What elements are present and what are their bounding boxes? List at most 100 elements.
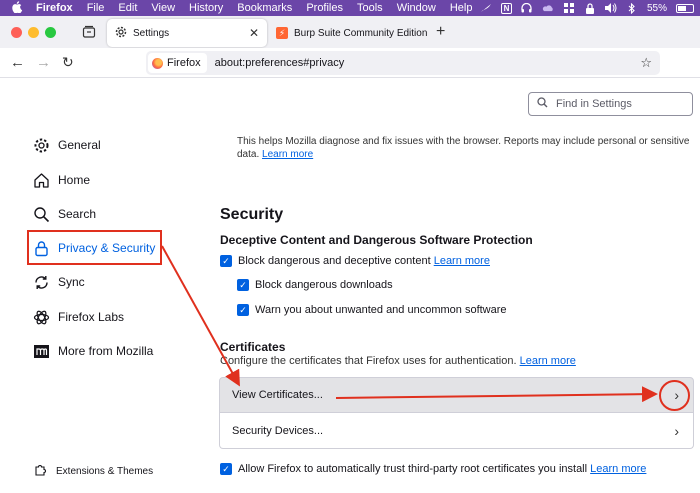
security-devices-button[interactable]: Security Devices... › xyxy=(219,413,694,449)
headphones-icon[interactable] xyxy=(521,3,533,13)
annotation-highlight-box xyxy=(27,230,162,265)
menu-file[interactable]: File xyxy=(87,2,105,14)
allow-thirdparty-learn-more-link[interactable]: Learn more xyxy=(590,463,646,475)
back-arrow-icon[interactable]: ← xyxy=(10,54,25,71)
block-downloads-checkbox[interactable]: ✓ xyxy=(237,279,249,291)
menu-window[interactable]: Window xyxy=(397,2,436,14)
block-downloads-row: ✓ Block dangerous downloads xyxy=(237,279,393,291)
window-zoom-button[interactable] xyxy=(45,27,56,38)
tab-burp-suite[interactable]: ⚡ Burp Suite Community Edition xyxy=(270,19,430,47)
sidebar-item-home[interactable]: Home xyxy=(32,169,90,191)
menu-view[interactable]: View xyxy=(151,2,175,14)
block-dangerous-row: ✓ Block dangerous and deceptive content … xyxy=(220,255,490,267)
burp-suite-icon: ⚡ xyxy=(276,27,288,39)
allow-thirdparty-label[interactable]: Allow Firefox to automatically trust thi… xyxy=(238,463,587,475)
search-placeholder: Find in Settings xyxy=(556,98,632,110)
view-certificates-button[interactable]: View Certificates... › xyxy=(219,377,694,413)
navigation-bar: ← → ↻ Firefox about:preferences#privacy … xyxy=(0,48,700,78)
window-close-button[interactable] xyxy=(11,27,22,38)
allow-thirdparty-checkbox[interactable]: ✓ xyxy=(220,463,232,475)
new-tab-button[interactable]: + xyxy=(436,23,445,41)
sidebar-item-label: Firefox Labs xyxy=(58,310,125,324)
sidebar-item-label: General xyxy=(58,138,101,152)
sidebar-item-general[interactable]: General xyxy=(32,134,101,156)
menu-help[interactable]: Help xyxy=(450,2,473,14)
macos-menu-bar: Firefox File Edit View History Bookmarks… xyxy=(0,0,700,16)
search-icon xyxy=(537,97,548,111)
chevron-right-icon: › xyxy=(674,422,679,439)
menu-edit[interactable]: Edit xyxy=(118,2,137,14)
home-icon xyxy=(32,171,50,189)
sidebar-item-sync[interactable]: Sync xyxy=(32,271,85,293)
warn-unwanted-label[interactable]: Warn you about unwanted and uncommon sof… xyxy=(255,304,507,316)
tab-label: Burp Suite Community Edition xyxy=(294,27,428,39)
block-downloads-label[interactable]: Block dangerous downloads xyxy=(255,279,393,291)
menu-profiles[interactable]: Profiles xyxy=(306,2,343,14)
certificates-heading: Certificates xyxy=(220,340,286,354)
labs-icon xyxy=(32,308,50,326)
certificates-description-text: Configure the certificates that Firefox … xyxy=(220,355,517,367)
forward-arrow-icon[interactable]: → xyxy=(36,54,51,71)
identity-box[interactable]: Firefox xyxy=(148,53,207,73)
sidebar-extensions-themes[interactable]: Extensions & Themes xyxy=(34,463,153,479)
deceptive-learn-more-link[interactable]: Learn more xyxy=(434,255,490,267)
sidebar-item-label: Search xyxy=(58,207,97,221)
grid-icon[interactable] xyxy=(563,3,575,13)
notion-icon[interactable]: N xyxy=(500,2,512,14)
warn-unwanted-row: ✓ Warn you about unwanted and uncommon s… xyxy=(237,304,507,316)
firefox-logo-icon xyxy=(152,57,163,69)
mozilla-icon xyxy=(32,342,50,360)
telemetry-description: This helps Mozilla diagnose and fix issu… xyxy=(237,135,695,161)
telemetry-learn-more-link[interactable]: Learn more xyxy=(262,149,313,160)
window-minimize-button[interactable] xyxy=(28,27,39,38)
menu-app-name[interactable]: Firefox xyxy=(36,2,73,14)
block-dangerous-label[interactable]: Block dangerous and deceptive content xyxy=(238,255,431,267)
battery-icon[interactable] xyxy=(676,3,694,13)
search-icon xyxy=(32,205,50,223)
security-heading: Security xyxy=(220,206,284,223)
deceptive-content-heading: Deceptive Content and Dangerous Software… xyxy=(220,233,533,247)
tab-settings[interactable]: Settings ✕ xyxy=(107,19,267,47)
sync-icon xyxy=(32,273,50,291)
cloud-icon[interactable] xyxy=(542,3,554,13)
url-bar[interactable]: Firefox about:preferences#privacy ☆ xyxy=(146,51,660,75)
allow-thirdparty-row: ✓ Allow Firefox to automatically trust t… xyxy=(220,463,646,475)
sidebar-item-more-from-mozilla[interactable]: More from Mozilla xyxy=(32,340,153,362)
settings-page: Find in Settings General Home Search Pri… xyxy=(0,79,700,493)
bookmark-star-icon[interactable]: ☆ xyxy=(640,55,652,71)
certificates-learn-more-link[interactable]: Learn more xyxy=(520,355,576,367)
tab-label: Settings xyxy=(133,27,170,39)
reload-icon[interactable]: ↻ xyxy=(62,54,74,71)
menu-tools[interactable]: Tools xyxy=(357,2,383,14)
url-text[interactable]: about:preferences#privacy xyxy=(215,57,345,69)
vpn-lock-icon[interactable] xyxy=(584,2,596,14)
security-devices-label: Security Devices... xyxy=(232,424,324,437)
firefox-view-icon[interactable] xyxy=(82,25,96,39)
certificates-description: Configure the certificates that Firefox … xyxy=(220,355,576,367)
sidebar-item-label: More from Mozilla xyxy=(58,344,154,358)
annotation-circle xyxy=(659,380,690,411)
find-in-settings-input[interactable]: Find in Settings xyxy=(528,92,693,116)
apple-icon[interactable] xyxy=(12,0,24,16)
sidebar-item-label: Sync xyxy=(58,275,85,289)
block-dangerous-checkbox[interactable]: ✓ xyxy=(220,255,232,267)
status-tray: N 55% xyxy=(480,0,694,16)
tab-close-icon[interactable]: ✕ xyxy=(249,26,259,40)
view-certificates-label: View Certificates... xyxy=(232,389,323,401)
menu-history[interactable]: History xyxy=(189,2,223,14)
identity-label: Firefox xyxy=(167,57,201,69)
bluetooth-icon[interactable] xyxy=(626,2,638,14)
sidebar-item-search[interactable]: Search xyxy=(32,203,96,225)
tab-strip: Settings ✕ ⚡ Burp Suite Community Editio… xyxy=(0,16,700,48)
sidebar-item-firefox-labs[interactable]: Firefox Labs xyxy=(32,306,124,328)
feather-icon[interactable] xyxy=(480,3,492,13)
sidebar-item-label: Home xyxy=(58,173,91,187)
battery-percent: 55% xyxy=(646,2,667,14)
volume-icon[interactable] xyxy=(604,3,617,13)
menu-bookmarks[interactable]: Bookmarks xyxy=(237,2,292,14)
puzzle-icon xyxy=(34,463,48,479)
warn-unwanted-checkbox[interactable]: ✓ xyxy=(237,304,249,316)
extensions-label: Extensions & Themes xyxy=(56,465,154,477)
gear-icon xyxy=(115,26,127,41)
gear-icon xyxy=(32,136,50,154)
